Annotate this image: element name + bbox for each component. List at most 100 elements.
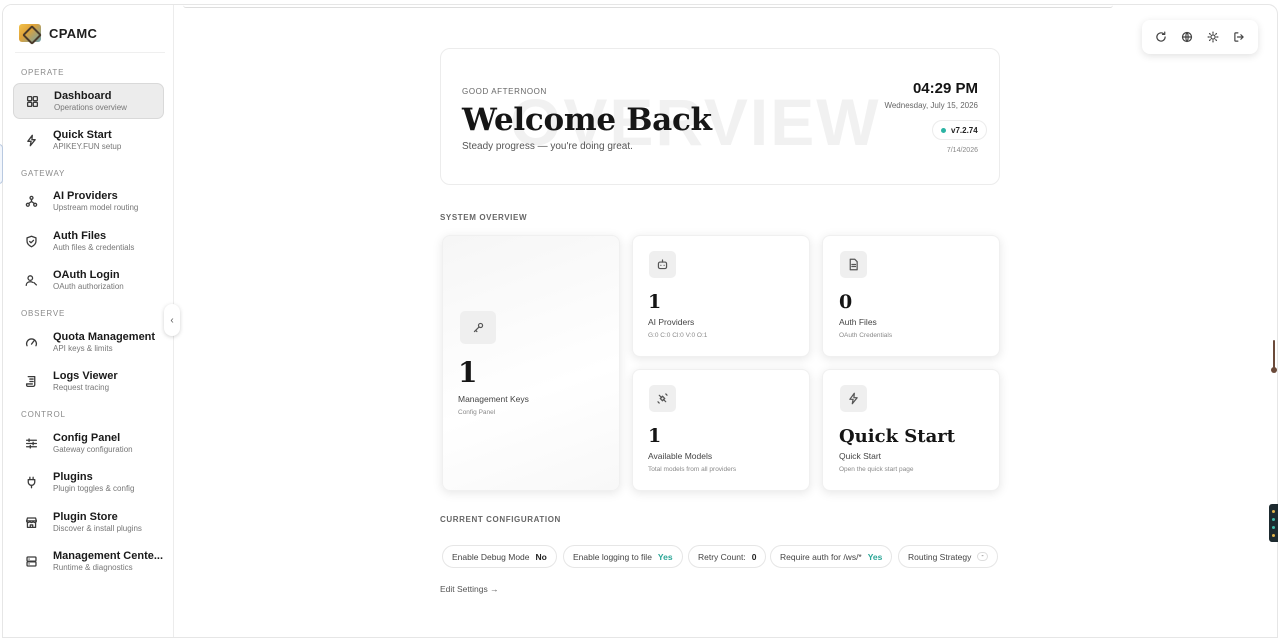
sidebar-item-label: AI Providers — [53, 189, 118, 202]
sidebar-item-label: Config Panel — [53, 431, 121, 444]
bolt-icon — [840, 385, 867, 412]
sidebar-item-sublabel: Request tracing — [53, 383, 110, 393]
sidebar-item-sublabel: Plugin toggles & config — [53, 484, 135, 494]
stat-label: Auth Files — [839, 317, 877, 327]
language-button[interactable] — [1178, 28, 1196, 46]
scroll-icon — [22, 372, 40, 390]
sidebar-item-ai-providers[interactable]: AI Providers Upstream model routing — [13, 183, 164, 219]
section-gateway: GATEWAY — [21, 169, 66, 178]
version-text: v7.2.74 — [951, 125, 978, 135]
sidebar-item-label: Quota Management — [53, 330, 156, 343]
sidebar-item-config-panel[interactable]: Config Panel Gateway configuration — [13, 425, 164, 461]
stat-sub: Config Panel — [458, 409, 496, 416]
sun-icon — [1207, 31, 1219, 43]
config-value: 0 — [751, 551, 757, 562]
config-label: Retry Count: — [698, 551, 746, 562]
bolt-icon — [22, 131, 40, 149]
build-date: 7/14/2026 — [946, 147, 978, 154]
brand[interactable]: CPAMC — [19, 23, 97, 43]
store-icon — [22, 513, 40, 531]
config-value: Yes — [657, 551, 673, 562]
sidebar-item-sublabel: Upstream model routing — [53, 203, 139, 213]
sidebar-item-quick-start[interactable]: Quick Start APIKEY.FUN setup — [13, 122, 164, 158]
sidebar-item-label: Plugin Store — [53, 510, 118, 523]
config-pill-debug-mode: Enable Debug Mode No — [442, 545, 557, 568]
sidebar-item-quota-management[interactable]: Quota Management API keys & limits — [13, 324, 164, 360]
system-overview-heading: SYSTEM OVERVIEW — [440, 213, 528, 222]
sidebar-item-label: Dashboard — [54, 89, 112, 102]
sidebar-item-label: Quick Start — [53, 128, 112, 141]
logout-icon — [1234, 32, 1244, 42]
scroll-indicator[interactable] — [1271, 340, 1277, 374]
sidebar-item-oauth-login[interactable]: OAuth Login OAuth authorization — [13, 262, 164, 298]
config-pill-logging-to-file: Enable logging to file Yes — [563, 545, 683, 568]
stat-value: Quick Start — [839, 426, 956, 447]
config-label: Enable Debug Mode — [452, 551, 530, 562]
shield-icon — [22, 232, 40, 250]
brand-logo-icon — [19, 24, 41, 42]
edit-settings-link[interactable]: Edit Settings → — [440, 584, 499, 594]
stat-label: Quick Start — [839, 451, 882, 461]
sidebar-item-logs-viewer[interactable]: Logs Viewer Request tracing — [13, 363, 164, 399]
sidebar-item-auth-files[interactable]: Auth Files Auth files & credentials — [13, 223, 164, 259]
clock-time: 04:29 PM — [912, 80, 978, 97]
sidebar-item-plugins[interactable]: Plugins Plugin toggles & config — [13, 464, 164, 500]
refresh-button[interactable] — [1152, 28, 1170, 46]
network-icon — [22, 192, 40, 210]
floating-widget[interactable] — [1269, 504, 1278, 542]
config-pill-require-auth: Require auth for /ws/* Yes — [770, 545, 893, 568]
sidebar-collapse-button[interactable]: ‹ — [164, 304, 180, 336]
divider — [15, 52, 165, 53]
sidebar-item-dashboard[interactable]: Dashboard Operations overview — [13, 83, 164, 119]
stat-sub: OAuth Credentials — [839, 332, 893, 339]
grid-icon — [23, 92, 41, 110]
logout-button[interactable] — [1230, 28, 1248, 46]
user-key-icon — [22, 271, 40, 289]
greeting-text: GOOD AFTERNOON — [462, 87, 547, 96]
sidebar: CPAMC OPERATE Dashboard Operations overvi… — [3, 5, 174, 637]
edge-drawer-handle[interactable] — [0, 144, 3, 184]
section-observe: OBSERVE — [21, 309, 66, 318]
section-control: CONTROL — [21, 410, 66, 419]
stat-value: 1 — [458, 356, 478, 389]
sidebar-item-label: Management Cente... — [53, 549, 164, 562]
plug-icon — [22, 473, 40, 491]
config-label: Require auth for /ws/* — [780, 551, 862, 562]
config-pill-routing-strategy: Routing Strategy - — [898, 545, 998, 568]
config-value: Yes — [867, 551, 883, 562]
sidebar-item-sublabel: Auth files & credentials — [53, 243, 135, 253]
sidebar-item-sublabel: Runtime & diagnostics — [53, 563, 133, 573]
version-badge: v7.2.74 — [932, 120, 987, 140]
theme-toggle-button[interactable] — [1204, 28, 1222, 46]
header-toolbar — [1142, 20, 1258, 54]
stat-label: Available Models — [648, 451, 713, 461]
sidebar-item-management-center[interactable]: Management Cente... Runtime & diagnostics — [13, 543, 164, 579]
stat-sub: Open the quick start page — [839, 466, 914, 473]
sidebar-item-sublabel: API keys & limits — [53, 344, 113, 354]
config-value: - — [977, 552, 988, 561]
top-bar-edge — [183, 5, 1113, 8]
status-dot-icon — [941, 127, 946, 133]
current-configuration-heading: CURRENT CONFIGURATION — [440, 515, 561, 524]
sidebar-item-label: OAuth Login — [53, 268, 120, 281]
stat-sub: Total models from all providers — [648, 466, 737, 473]
refresh-icon — [1156, 31, 1166, 42]
gauge-icon — [22, 333, 40, 351]
stat-label: Management Keys — [458, 394, 529, 404]
config-label: Routing Strategy — [908, 551, 972, 562]
satellite-icon — [649, 385, 676, 412]
brand-name: CPAMC — [49, 25, 98, 41]
config-label: Enable logging to file — [573, 551, 652, 562]
sidebar-item-plugin-store[interactable]: Plugin Store Discover & install plugins — [13, 504, 164, 540]
chevron-left-icon: ‹ — [170, 314, 174, 326]
stat-value: 1 — [648, 291, 662, 313]
sidebar-item-label: Plugins — [53, 470, 93, 483]
sidebar-item-sublabel: Operations overview — [54, 103, 127, 113]
sidebar-item-sublabel: APIKEY.FUN setup — [53, 142, 122, 152]
globe-icon — [1181, 31, 1193, 43]
clock-date: Wednesday, July 15, 2026 — [884, 101, 978, 110]
robot-icon — [649, 251, 676, 278]
sidebar-item-sublabel: Gateway configuration — [53, 445, 133, 455]
sidebar-item-sublabel: OAuth authorization — [53, 282, 124, 292]
sliders-icon — [22, 434, 40, 452]
